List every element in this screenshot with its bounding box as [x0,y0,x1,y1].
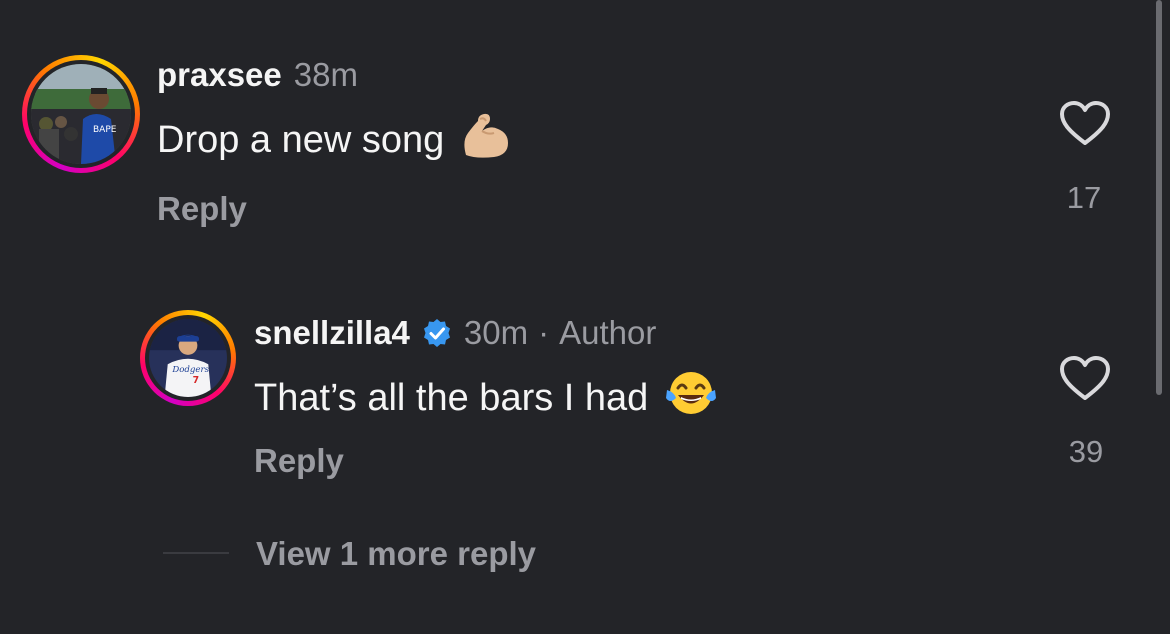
separator-dot: · [538,314,550,351]
reply-button[interactable]: Reply [157,190,247,228]
comment-header: snellzilla4 30m · Author [254,314,656,352]
comments-panel: BAPE praxsee 38m Drop a new song Reply 1… [0,0,1170,634]
avatar-photo-stadium: BAPE [31,64,131,164]
svg-text:7: 7 [193,375,200,386]
avatar[interactable]: BAPE [22,55,140,173]
flexed-biceps-icon [460,111,512,169]
comment-text-content: That’s all the bars I had [254,376,649,419]
comment-header: praxsee 38m [157,56,358,94]
svg-text:Dodgers: Dodgers [171,365,209,375]
timestamp: 30m [463,314,529,351]
like-heart-icon[interactable] [1059,101,1111,147]
tears-of-joy-icon [664,368,718,428]
like-heart-icon[interactable] [1059,356,1111,402]
timestamp: 38m [293,56,358,93]
comment-text: Drop a new song [157,111,512,169]
reply-button[interactable]: Reply [254,442,344,480]
avatar[interactable]: Dodgers 7 [140,310,236,406]
like-count: 39 [1068,434,1104,469]
verified-badge-icon [423,319,450,347]
divider-line [163,552,229,554]
like-count: 17 [1066,180,1102,215]
username[interactable]: snellzilla4 [254,314,410,352]
scrollbar[interactable] [1156,0,1162,395]
author-label: Author [559,314,657,351]
avatar-photo-player: Dodgers 7 [149,319,227,397]
svg-text:BAPE: BAPE [93,125,117,135]
username[interactable]: praxsee [157,56,282,94]
view-more-replies-button[interactable]: View 1 more reply [256,535,536,573]
comment-text-content: Drop a new song [157,118,445,161]
comment-text: That’s all the bars I had [254,368,718,428]
